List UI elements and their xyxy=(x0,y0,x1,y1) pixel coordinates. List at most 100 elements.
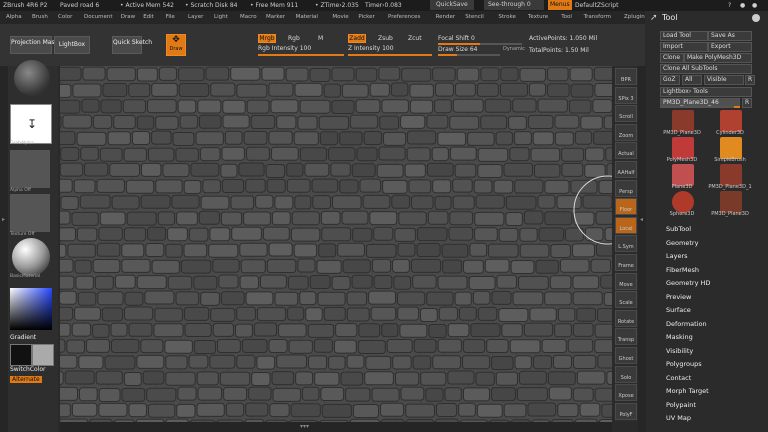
view-actual-button[interactable]: Actual xyxy=(615,142,637,160)
zsub-button[interactable]: Zsub xyxy=(378,35,393,42)
menu-material[interactable]: Material xyxy=(296,11,318,24)
view-frame-button[interactable]: Frame xyxy=(615,254,637,271)
clone-all-subtools-button[interactable]: Clone All SubTools xyxy=(660,64,752,74)
view-l-sym-button[interactable]: L.Sym xyxy=(615,235,637,253)
menus-button[interactable]: Menus xyxy=(548,0,572,10)
current-tool-r-button[interactable]: R xyxy=(742,98,752,108)
window-minimize-icon[interactable]: ● xyxy=(740,0,745,11)
view-zoom-button[interactable]: Zoom xyxy=(615,123,637,141)
secondary-color-swatch[interactable] xyxy=(32,344,54,366)
dynamic-button[interactable]: Dynamic xyxy=(503,46,525,52)
menu-stencil[interactable]: Stencil xyxy=(465,11,484,24)
view-bpr-button[interactable]: BPR xyxy=(615,68,637,85)
tool-menu-polygroups[interactable]: Polygroups xyxy=(666,360,702,368)
rgb-button[interactable]: Rgb xyxy=(288,35,300,42)
tool-menu-geometry-hd[interactable]: Geometry HD xyxy=(666,279,710,287)
tool-thumb[interactable]: SimpleBrush xyxy=(708,137,754,164)
lightbox-button[interactable]: LightBox xyxy=(54,36,90,54)
default-zscript-button[interactable]: DefaultZScript xyxy=(575,0,618,11)
tool-menu-layers[interactable]: Layers xyxy=(666,252,688,260)
goz-button[interactable]: GoZ xyxy=(660,75,680,85)
brush-slot[interactable]: ↧ xyxy=(10,104,52,144)
visible-button[interactable]: Visible xyxy=(704,75,744,85)
z-intensity-slider[interactable]: Z Intensity 100 xyxy=(348,45,394,52)
tool-menu-uv-map[interactable]: UV Map xyxy=(666,414,691,422)
window-help-icon[interactable]: ? xyxy=(728,0,731,11)
tool-thumb[interactable]: PM3D_Plane3D xyxy=(660,110,706,137)
brush-sphere-icon[interactable] xyxy=(14,60,50,96)
lightbox-tools-button[interactable]: Lightbox› Tools xyxy=(660,87,752,97)
tool-menu-visibility[interactable]: Visibility xyxy=(666,347,693,355)
color-picker[interactable] xyxy=(10,288,52,330)
see-through-slider[interactable]: See-through 0 xyxy=(484,0,544,10)
view-move-button[interactable]: Move xyxy=(615,272,637,290)
goz-r-button[interactable]: R xyxy=(745,75,755,85)
tool-menu-deformation[interactable]: Deformation xyxy=(666,320,707,328)
projection-master-button[interactable]: Projection Master xyxy=(10,36,63,54)
bottom-arrow-icon[interactable]: ▾▾▾ xyxy=(300,423,309,430)
menu-draw[interactable]: Draw xyxy=(121,11,135,24)
document-canvas[interactable] xyxy=(60,66,612,422)
right-gutter[interactable]: ◂ xyxy=(638,66,646,432)
clone-button[interactable]: Clone xyxy=(660,53,684,63)
view-ghost-button[interactable]: Ghost xyxy=(615,347,637,364)
tool-menu-polypaint[interactable]: Polypaint xyxy=(666,401,696,409)
view-scroll-button[interactable]: Scroll xyxy=(615,105,637,123)
tool-thumb[interactable]: Sphere3D xyxy=(660,191,706,218)
menu-color[interactable]: Color xyxy=(58,11,72,24)
quicksave-button[interactable]: QuickSave xyxy=(430,0,474,10)
alternate-button[interactable]: Alternate xyxy=(10,376,42,383)
z-intensity-track[interactable] xyxy=(348,54,432,56)
focal-shift-track[interactable] xyxy=(438,43,522,45)
mrgb-button[interactable]: Mrgb xyxy=(258,34,276,43)
menu-picker[interactable]: Picker xyxy=(358,11,374,24)
tool-menu-subtool[interactable]: SubTool xyxy=(666,225,691,233)
palette-dock-icon[interactable] xyxy=(752,14,760,22)
save-as-button[interactable]: Save As xyxy=(708,31,752,41)
view-spix-3-button[interactable]: SPix 3 xyxy=(615,86,637,104)
tool-menu-masking[interactable]: Masking xyxy=(666,333,693,341)
tool-menu-geometry[interactable]: Geometry xyxy=(666,239,698,247)
tool-thumb[interactable]: PM3D_Plane3D_1 xyxy=(708,164,754,191)
alpha-slot[interactable] xyxy=(10,150,50,188)
menu-transform[interactable]: Transform xyxy=(584,11,611,24)
make-polymesh-button[interactable]: Make PolyMesh3D xyxy=(684,53,752,63)
draw-size-track[interactable] xyxy=(438,54,500,56)
menu-file[interactable]: File xyxy=(166,11,175,24)
menu-tool[interactable]: Tool xyxy=(561,11,572,24)
draw-size-slider[interactable]: Draw Size 64 xyxy=(438,46,477,53)
tool-thumb[interactable]: Plane3D xyxy=(660,164,706,191)
view-scale-button[interactable]: Scale xyxy=(615,291,637,309)
rgb-intensity-slider[interactable]: Rgb Intensity 100 xyxy=(258,45,311,52)
load-tool-button[interactable]: Load Tool xyxy=(660,31,708,41)
view-persp-button[interactable]: Persp xyxy=(615,179,637,197)
menu-movie[interactable]: Movie xyxy=(332,11,348,24)
menu-layer[interactable]: Layer xyxy=(188,11,203,24)
menu-edit[interactable]: Edit xyxy=(143,11,154,24)
menu-macro[interactable]: Macro xyxy=(240,11,257,24)
menu-preferences[interactable]: Preferences xyxy=(388,11,420,24)
m-button[interactable]: M xyxy=(318,35,323,42)
menu-stroke[interactable]: Stroke xyxy=(498,11,516,24)
import-button[interactable]: Import xyxy=(660,42,708,52)
view-rotate-button[interactable]: Rotate xyxy=(615,309,637,327)
menu-marker[interactable]: Marker xyxy=(266,11,285,24)
switchcolor-button[interactable]: SwitchColor xyxy=(10,366,46,373)
tool-thumb[interactable]: PolyMesh3D xyxy=(660,137,706,164)
menu-light[interactable]: Light xyxy=(214,11,228,24)
tool-thumb[interactable]: PM3D_Plane3D xyxy=(708,191,754,218)
zcut-button[interactable]: Zcut xyxy=(408,35,422,42)
view-xpose-button[interactable]: Xpose xyxy=(615,384,637,402)
view-floor-button[interactable]: Floor xyxy=(615,198,637,216)
menu-texture[interactable]: Texture xyxy=(528,11,548,24)
view-transp-button[interactable]: Transp xyxy=(615,328,637,346)
rgb-intensity-track[interactable] xyxy=(258,54,344,56)
draw-button[interactable]: ✥ Draw xyxy=(166,34,186,56)
window-close-icon[interactable]: ● xyxy=(752,0,757,11)
view-solo-button[interactable]: Solo xyxy=(615,365,637,383)
view-local-button[interactable]: Local xyxy=(615,216,637,234)
tool-menu-contact[interactable]: Contact xyxy=(666,374,691,382)
tool-menu-fibermesh[interactable]: FiberMesh xyxy=(666,266,699,274)
texture-slot[interactable] xyxy=(10,194,50,232)
menu-document[interactable]: Document xyxy=(84,11,113,24)
